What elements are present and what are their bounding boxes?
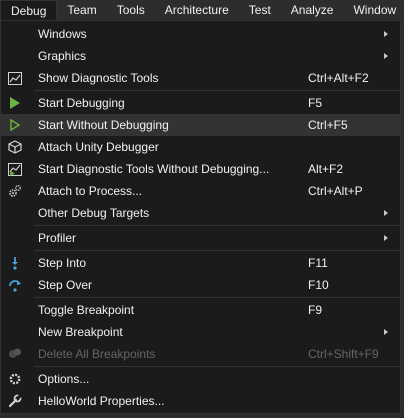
- menu-item-label: Start Debugging: [38, 96, 125, 110]
- menu-bar: Debug Team Tools Architecture Test Analy…: [0, 0, 404, 20]
- step-into-icon: [7, 255, 23, 271]
- menu-item-start-diagnostic-without-debugging[interactable]: Start Diagnostic Tools Without Debugging…: [1, 158, 400, 180]
- menu-separator: [34, 90, 400, 91]
- delete-breakpoints-icon: [7, 346, 23, 362]
- menu-separator: [34, 366, 400, 367]
- diagnostic-tools-icon: [7, 70, 23, 86]
- menu-separator: [34, 250, 400, 251]
- debug-dropdown-menu: Windows Graphics Show Diagnostic Tools C…: [0, 20, 401, 414]
- menu-item-label: Profiler: [38, 231, 77, 245]
- menu-item-label: Start Diagnostic Tools Without Debugging…: [38, 162, 270, 176]
- shortcut-text: Alt+F2: [308, 162, 344, 176]
- menu-item-toggle-breakpoint[interactable]: Toggle Breakpoint F9: [1, 299, 400, 321]
- menu-item-label: Other Debug Targets: [38, 206, 150, 220]
- menu-item-options[interactable]: Options...: [1, 368, 400, 390]
- menu-item-label: Attach Unity Debugger: [38, 140, 159, 154]
- play-outline-icon: [7, 117, 23, 133]
- menu-architecture[interactable]: Architecture: [155, 0, 239, 20]
- menu-item-label: Delete All Breakpoints: [38, 347, 156, 361]
- shortcut-text: Ctrl+Alt+P: [308, 184, 363, 198]
- gear-icon: [7, 371, 23, 387]
- menu-analyze[interactable]: Analyze: [281, 0, 344, 20]
- menu-item-label: Step Over: [38, 278, 93, 292]
- menu-item-label: HelloWorld Properties...: [38, 394, 165, 408]
- menu-item-windows[interactable]: Windows: [1, 23, 400, 45]
- submenu-arrow-icon: [384, 53, 388, 59]
- menu-item-label: Windows: [38, 27, 87, 41]
- menu-item-step-into[interactable]: Step Into F11: [1, 252, 400, 274]
- shortcut-text: F5: [308, 96, 323, 110]
- play-icon: [7, 95, 23, 111]
- shortcut-text: F10: [308, 278, 329, 292]
- menu-separator: [34, 297, 400, 298]
- menu-item-start-without-debugging[interactable]: Start Without Debugging Ctrl+F5: [1, 114, 400, 136]
- menu-item-label: New Breakpoint: [38, 325, 123, 339]
- unity-cube-icon: [7, 139, 23, 155]
- menu-team[interactable]: Team: [57, 0, 106, 20]
- menu-item-attach-unity-debugger[interactable]: Attach Unity Debugger: [1, 136, 400, 158]
- menu-item-show-diagnostic-tools[interactable]: Show Diagnostic Tools Ctrl+Alt+F2: [1, 67, 400, 89]
- menu-item-graphics[interactable]: Graphics: [1, 45, 400, 67]
- shortcut-text: F9: [308, 303, 323, 317]
- step-over-icon: [7, 277, 23, 293]
- menu-item-label: Start Without Debugging: [38, 118, 169, 132]
- gears-icon: [7, 183, 23, 199]
- wrench-icon: [7, 393, 23, 409]
- menu-item-label: Options...: [38, 372, 90, 386]
- menu-item-properties[interactable]: HelloWorld Properties...: [1, 390, 400, 412]
- menu-item-delete-all-breakpoints[interactable]: Delete All Breakpoints Ctrl+Shift+F9: [1, 343, 400, 365]
- submenu-arrow-icon: [384, 210, 388, 216]
- shortcut-text: F11: [308, 256, 328, 270]
- diagnostic-play-icon: [7, 161, 23, 177]
- menu-item-label: Graphics: [38, 49, 87, 63]
- menu-separator: [34, 225, 400, 226]
- menu-window[interactable]: Window: [343, 0, 404, 20]
- menu-item-new-breakpoint[interactable]: New Breakpoint: [1, 321, 400, 343]
- shortcut-text: Ctrl+Shift+F9: [308, 347, 379, 361]
- menu-item-label: Show Diagnostic Tools: [38, 71, 159, 85]
- submenu-arrow-icon: [384, 31, 388, 37]
- menu-item-profiler[interactable]: Profiler: [1, 227, 400, 249]
- menu-test[interactable]: Test: [239, 0, 281, 20]
- menu-item-other-debug-targets[interactable]: Other Debug Targets: [1, 202, 400, 224]
- menu-item-label: Step Into: [38, 256, 87, 270]
- submenu-arrow-icon: [384, 329, 388, 335]
- shortcut-text: Ctrl+F5: [308, 118, 348, 132]
- submenu-arrow-icon: [384, 235, 388, 241]
- menu-item-attach-to-process[interactable]: Attach to Process... Ctrl+Alt+P: [1, 180, 400, 202]
- menu-tools[interactable]: Tools: [107, 0, 155, 20]
- menu-debug[interactable]: Debug: [0, 0, 58, 20]
- menu-item-start-debugging[interactable]: Start Debugging F5: [1, 92, 400, 114]
- menu-item-step-over[interactable]: Step Over F10: [1, 274, 400, 296]
- menu-item-label: Toggle Breakpoint: [38, 303, 135, 317]
- shortcut-text: Ctrl+Alt+F2: [308, 71, 369, 85]
- menu-item-label: Attach to Process...: [38, 184, 143, 198]
